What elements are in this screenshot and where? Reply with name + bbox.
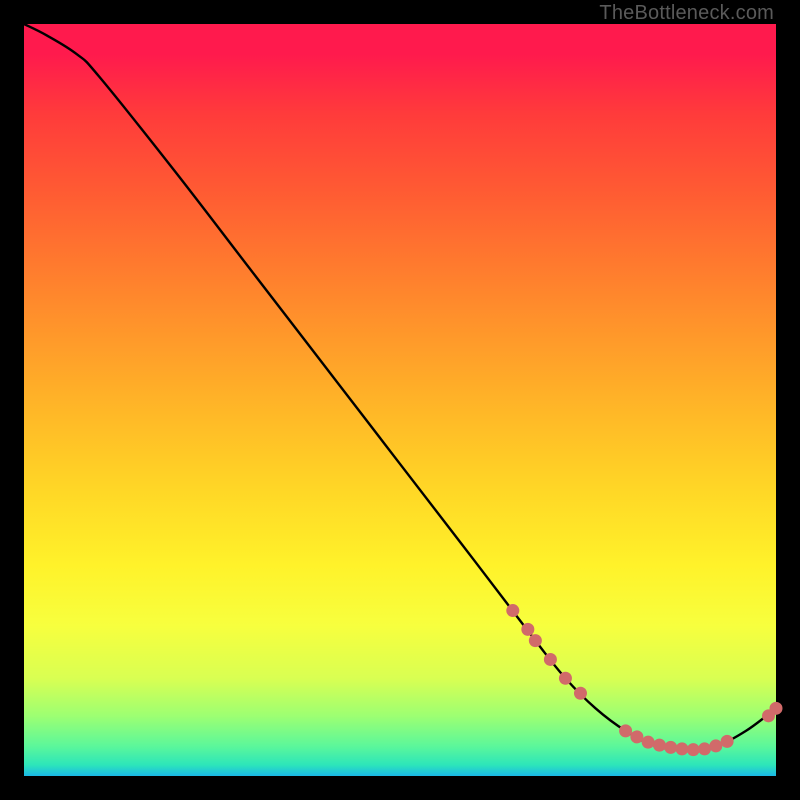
marker-dot	[506, 604, 519, 617]
marker-dot	[709, 739, 722, 752]
watermark-label: TheBottleneck.com	[599, 2, 774, 25]
marker-dot	[687, 743, 700, 756]
marker-dot	[664, 741, 677, 754]
marker-dot	[559, 672, 572, 685]
marker-dot	[544, 653, 557, 666]
marker-dot	[574, 687, 587, 700]
curve-line	[24, 24, 776, 750]
marker-dot	[619, 724, 632, 737]
marker-dot	[721, 735, 734, 748]
marker-dot	[676, 742, 689, 755]
marker-dot	[653, 739, 666, 752]
marker-dot	[521, 623, 534, 636]
marker-dot	[529, 634, 542, 647]
marker-dot	[642, 736, 655, 749]
chart-svg	[24, 24, 776, 776]
marker-dot	[698, 742, 711, 755]
marker-dot	[770, 702, 783, 715]
marker-dot	[630, 730, 643, 743]
